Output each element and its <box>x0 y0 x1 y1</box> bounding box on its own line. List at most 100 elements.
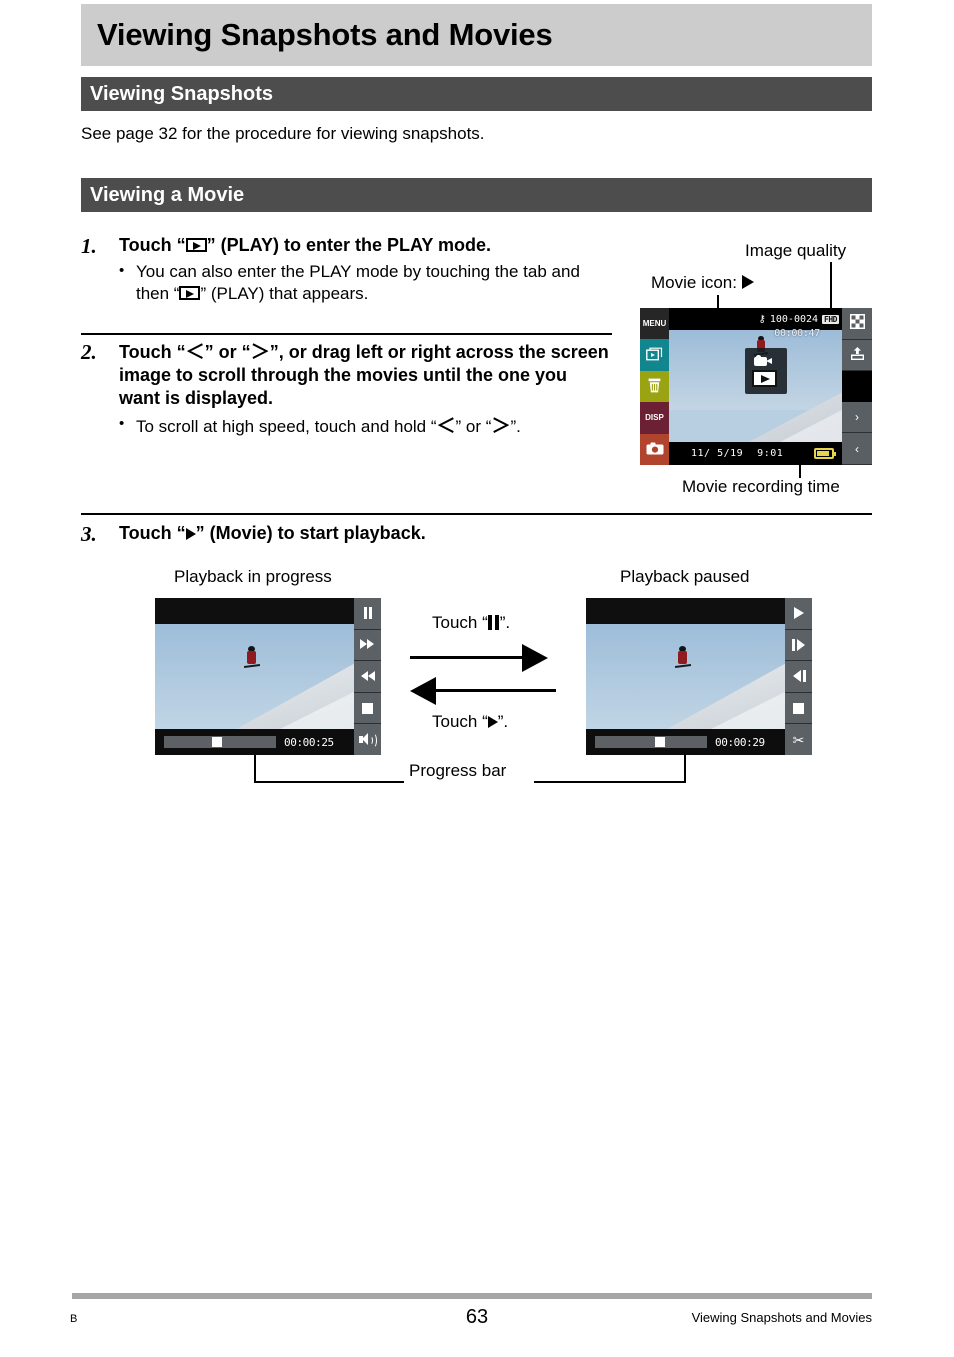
touch-pause-note: Touch “ ”. <box>432 613 510 633</box>
step-2-bullet-b: ” or “ <box>455 417 492 437</box>
section-heading-viewing-a-movie: Viewing a Movie <box>81 178 872 212</box>
camera-right-toolbar: › ‹ <box>842 308 872 465</box>
section-heading-viewing-snapshots: Viewing Snapshots <box>81 77 872 111</box>
scissors-icon: ✂ <box>792 731 805 748</box>
camera-button-record-mode[interactable] <box>640 433 669 466</box>
touch-pause-pre: Touch “ <box>432 613 488 632</box>
camera-button-upload[interactable] <box>842 339 872 372</box>
image-quality-badge: FHD <box>822 314 839 324</box>
step-3-heading: Touch “ ” (Movie) to start playback. <box>119 522 426 545</box>
movie-recording-time-value: 00:00:47 <box>774 328 820 339</box>
play-triangle-icon <box>487 716 498 728</box>
callout-movie-recording-time: Movie recording time <box>682 477 840 496</box>
step-1-number: 1. <box>81 234 97 258</box>
touch-play-note: Touch “ ”. <box>432 712 508 732</box>
snapshots-intro-text: See page 32 for the procedure for viewin… <box>81 124 485 143</box>
menu-label: MENU <box>642 319 667 329</box>
playback-in-progress-label: Playback in progress <box>174 567 332 586</box>
protect-key-icon: ⚷ <box>758 313 766 325</box>
camera-button-blank <box>842 371 872 402</box>
play-button[interactable] <box>785 598 812 630</box>
rewind-button[interactable] <box>354 661 381 693</box>
step-1-heading-post: ” (PLAY) to enter the PLAY mode. <box>206 235 492 255</box>
step-2-bullet-c: ”. <box>510 417 521 437</box>
frame-back-icon <box>792 670 806 683</box>
touch-play-post: ”. <box>497 712 509 731</box>
callout-line-image-quality <box>830 262 832 310</box>
file-number: 100-0024 <box>769 313 819 325</box>
step-3-number: 3. <box>81 522 97 546</box>
camera-info-bar: 11/ 5/19 9:01 <box>669 442 842 465</box>
progress-bar[interactable] <box>595 736 707 748</box>
callout-movie-icon-text: Movie icon: <box>651 273 737 292</box>
fast-forward-icon <box>360 639 375 650</box>
bullet-dot-icon: • <box>119 262 125 280</box>
playback-time: 00:00:25 <box>284 735 334 749</box>
step-2-heading: Touch “＜” or “＞”, or drag left or right … <box>119 340 611 410</box>
playback-status-bar: 00:00:25 <box>155 729 354 755</box>
pause-button[interactable] <box>354 598 381 630</box>
playback-status-bar: 00:00:29 <box>586 729 785 755</box>
frame-back-button[interactable] <box>785 661 812 693</box>
playback-view: 00:00:29 <box>586 598 785 755</box>
video-camera-icon <box>754 355 772 366</box>
camera-button-disp[interactable]: DISP <box>640 402 669 434</box>
playback-controls <box>354 598 381 755</box>
page-title-text: Viewing Snapshots and Movies <box>97 17 553 52</box>
camera-button-menu[interactable]: MENU <box>640 308 669 340</box>
frame-forward-icon <box>791 638 806 651</box>
play-mode-icon <box>179 286 201 301</box>
step-1-bullet: • You can also enter the PLAY mode by to… <box>119 261 611 305</box>
capture-time: 9:01 <box>757 448 784 459</box>
cut-button[interactable]: ✂ <box>785 724 812 755</box>
footer-divider <box>72 1293 872 1299</box>
progress-callout-left-v <box>254 755 256 783</box>
play-mode-icon <box>185 238 207 252</box>
top-letterbox <box>586 598 785 624</box>
camera-button-prev[interactable]: ‹ <box>842 433 872 465</box>
volume-icon <box>359 733 377 749</box>
progress-bar[interactable] <box>164 736 276 748</box>
step-3-heading-post: ” (Movie) to start playback. <box>195 523 426 543</box>
step-1-bullet-post: ” (PLAY) that appears. <box>200 284 369 304</box>
movie-play-icon[interactable] <box>752 370 777 387</box>
chevron-left-icon: ‹ <box>855 441 859 456</box>
fast-forward-button[interactable] <box>354 629 381 662</box>
progress-callout-right-h <box>534 781 686 783</box>
less-than-icon: ＜ <box>436 415 456 438</box>
arrow-left <box>410 677 556 705</box>
pause-icon <box>487 615 500 630</box>
skier-subject <box>674 646 692 670</box>
step-3-heading-pre: Touch “ <box>119 523 186 543</box>
camera-status-bar: ⚷ 100-0024 FHD <box>669 308 842 330</box>
playback-time: 00:00:29 <box>715 735 765 749</box>
stop-button[interactable] <box>785 692 812 725</box>
footer-section-title: Viewing Snapshots and Movies <box>691 1310 872 1325</box>
play-triangle-icon <box>185 528 196 540</box>
arrow-right <box>410 644 555 672</box>
camera-button-next[interactable]: › <box>842 401 872 434</box>
progress-callout-left-h <box>254 781 404 783</box>
step-2-heading-a: Touch “ <box>119 342 186 362</box>
playback-controls: ✂ <box>785 598 812 755</box>
skier-subject <box>243 646 261 670</box>
page-title: Viewing Snapshots and Movies <box>81 4 872 66</box>
camera-button-delete[interactable] <box>640 370 669 403</box>
stop-button[interactable] <box>354 692 381 725</box>
playback-paused-screen: 00:00:29 ✂ <box>586 598 812 755</box>
camera-button-slideshow[interactable] <box>640 339 669 371</box>
frame-forward-button[interactable] <box>785 629 812 662</box>
playback-paused-label: Playback paused <box>620 567 750 586</box>
volume-button[interactable] <box>354 724 381 755</box>
disp-label: DISP <box>645 413 664 423</box>
slideshow-icon <box>645 347 664 363</box>
upload-icon <box>850 346 865 364</box>
step-2-heading-b: ” or “ <box>204 342 251 362</box>
top-letterbox <box>155 598 354 624</box>
progress-callout-right-v <box>684 755 686 783</box>
step-2-bullet: • To scroll at high speed, touch and hol… <box>119 414 611 439</box>
camera-button-mosaic[interactable] <box>842 308 872 340</box>
section-heading-label: Viewing Snapshots <box>90 82 273 105</box>
camera-screen-illustration: MENU DISP ⚷ 100-0024 FHD 00:00:47 11/ 5/… <box>640 308 872 466</box>
callout-movie-icon: Movie icon: <box>651 273 754 293</box>
